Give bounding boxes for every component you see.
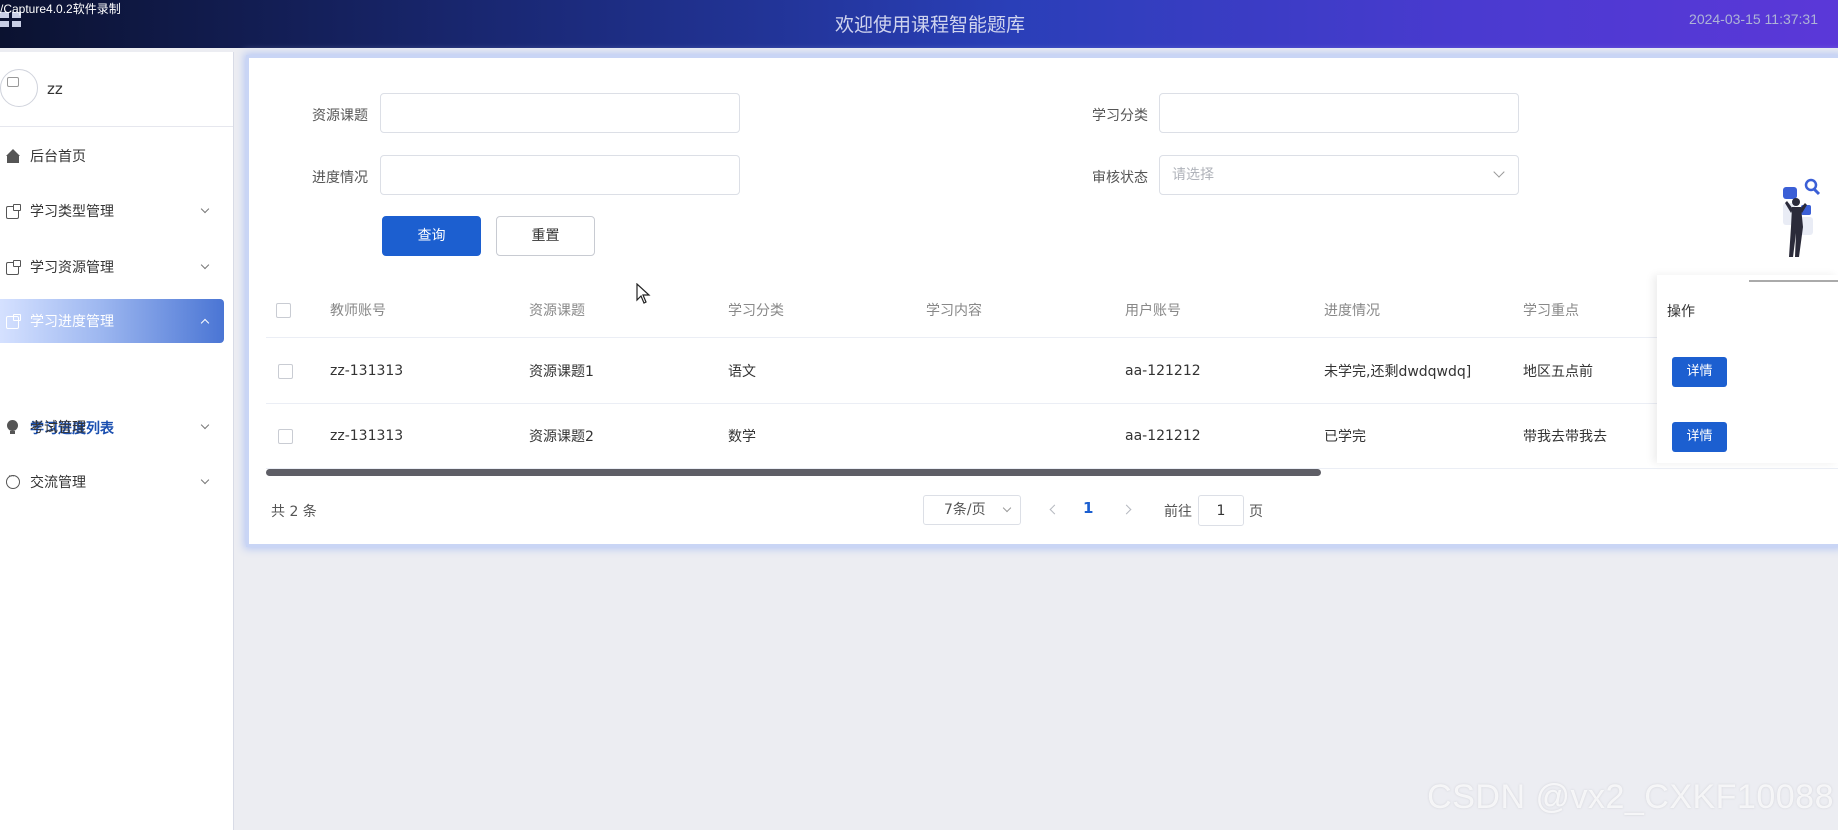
page-size-value: 7条/页 [944,502,986,518]
pagination-total: 共 2 条 [271,504,317,520]
mouse-cursor-icon [636,283,651,304]
progress-label: 进度情况 [312,170,368,186]
progress-status: 未学完,还剩dwdqwdq] [1324,364,1472,380]
sidebar-item-label: 学习资源管理 [30,260,114,276]
user-account: aa-121212 [1125,363,1201,379]
status-label: 审核状态 [1092,170,1148,186]
row-checkbox[interactable] [278,428,293,444]
username: zz [47,80,63,98]
user-profile: zz [0,52,233,127]
row-checkbox-cell [278,404,293,468]
column-header: 学习分类 [728,303,784,319]
page-title: 欢迎使用课程智能题库 [834,14,1025,36]
magnifier-icon [1804,178,1818,192]
sidebar-item-label: 交流管理 [30,475,86,491]
detail-button[interactable]: 详情 [1672,356,1727,387]
query-button[interactable]: 查询 [382,216,481,256]
chevron-down-icon [200,422,210,432]
sidebar-item-study-type[interactable]: 学习类型管理 [0,189,224,233]
chevron-down-icon [200,262,210,272]
progress-input[interactable] [380,155,740,195]
study-category: 数学 [728,429,756,445]
column-header: 用户账号 [1125,303,1181,319]
sidebar-item-label: 学习类型管理 [30,204,114,220]
person-illustration [1749,178,1838,282]
avatar[interactable] [0,69,38,107]
chevron-down-icon [1002,503,1012,513]
content-card: 资源课题 学习分类 进度情况 审核状态 查询 重置 教师账号 资源课题 学习分类… [249,58,1838,544]
chevron-down-icon [200,206,210,216]
bulb-icon [6,420,20,434]
teacher-account: zz-131313 [330,428,404,444]
csdn-watermark: CSDN @vx2_CXKF10088 [1427,778,1834,816]
page-size-select[interactable]: 7条/页 [923,495,1021,525]
prev-page-icon[interactable] [1049,504,1060,515]
category-label: 学习分类 [1092,108,1148,124]
illustration-block [1783,187,1797,199]
horizontal-scrollbar[interactable] [266,469,1838,477]
row-checkbox-cell [278,339,293,403]
sidebar-item-label: 学习进度管理 [30,314,114,330]
sidebar-item-study-resource[interactable]: 学习资源管理 [0,245,224,289]
study-focus: 带我去带我去 [1523,429,1607,445]
page-suffix: 页 [1249,504,1263,520]
status-select[interactable] [1159,155,1519,195]
teacher-account: zz-131313 [330,363,404,379]
next-page-icon[interactable] [1121,504,1132,515]
sidebar-item-label: 后台首页 [30,149,86,165]
study-category: 语文 [728,364,756,380]
select-all-checkbox[interactable] [276,302,291,318]
chevron-down-icon [200,477,210,487]
sidebar: zz 后台首页 学习类型管理 学习资源管理 学习进度管理 学习进度列表 考试管理… [0,52,234,830]
document-icon [6,204,21,219]
category-input[interactable] [1159,93,1519,133]
goto-page-input[interactable] [1198,495,1244,526]
select-all-cell [276,283,291,337]
sidebar-item-exam[interactable]: 考试管理 [0,405,224,449]
column-header: 教师账号 [330,303,386,319]
scrollbar-thumb[interactable] [266,469,1321,476]
header-datetime: 2024-03-15 11:37:31 [1689,11,1818,27]
table-row: zz-131313 资源课题2 数学 aa-121212 已学完 带我去带我去 [266,404,1838,469]
document-icon [6,314,21,329]
column-header: 操作 [1667,303,1695,320]
home-icon [6,149,20,163]
chat-icon [6,472,20,489]
top-header: /Capture4.0.2软件录制 欢迎使用课程智能题库 2024-03-15 … [0,0,1838,48]
resource-input[interactable] [380,93,740,133]
sidebar-item-label: 考试管理 [30,420,86,436]
sidebar-item-communication[interactable]: 交流管理 [0,460,224,504]
detail-cell: 详情 [1672,339,1727,404]
goto-label: 前往 [1164,504,1192,520]
resource-topic: 资源课题1 [529,364,594,380]
detail-button[interactable]: 详情 [1672,421,1727,452]
resource-topic: 资源课题2 [529,429,594,445]
detail-cell: 详情 [1672,404,1727,469]
progress-status: 已学完 [1324,429,1366,445]
table-row: zz-131313 资源课题1 语文 aa-121212 未学完,还剩dwdqw… [266,339,1838,404]
reset-button[interactable]: 重置 [496,216,595,256]
chevron-up-icon [200,316,210,326]
current-page[interactable]: 1 [1083,499,1093,517]
sidebar-item-home[interactable]: 后台首页 [0,134,224,178]
user-account: aa-121212 [1125,428,1201,444]
column-header: 学习重点 [1523,303,1579,319]
document-icon [6,260,21,275]
operation-column: 操作 详情 详情 [1657,275,1838,463]
column-header: 进度情况 [1324,303,1380,319]
table-header: 教师账号 资源课题 学习分类 学习内容 用户账号 进度情况 学习重点 [266,283,1838,338]
study-focus: 地区五点前 [1523,364,1593,380]
row-checkbox[interactable] [278,363,293,379]
resource-label: 资源课题 [312,108,368,124]
sidebar-item-study-progress[interactable]: 学习进度管理 [0,299,224,343]
column-header: 资源课题 [529,303,585,319]
column-header: 学习内容 [926,303,982,319]
